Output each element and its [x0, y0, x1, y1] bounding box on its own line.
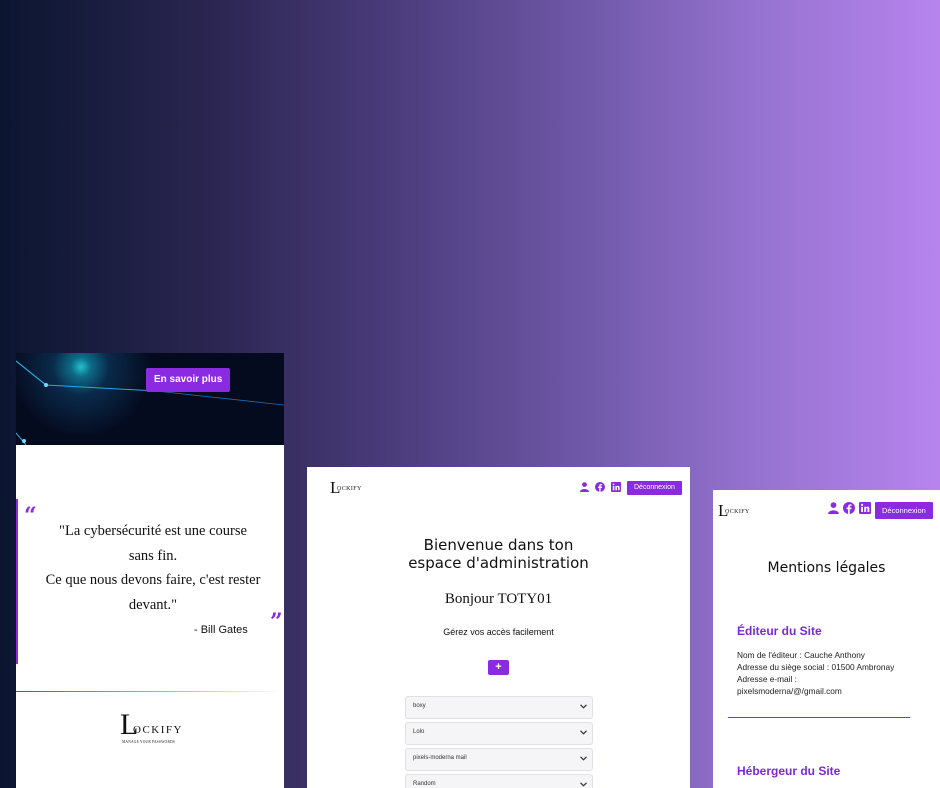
greeting: Bonjour TOTY01 — [444, 591, 553, 607]
quote-page-mockup: En savoir plus “ "La cybersécurité est u… — [16, 353, 284, 788]
divider — [728, 717, 910, 718]
header-logo[interactable]: L OCKIFY — [330, 479, 370, 498]
account-dropdown[interactable]: Lolo — [405, 722, 593, 745]
linkedin-icon[interactable] — [611, 479, 621, 497]
hero-banner: En savoir plus — [16, 353, 284, 445]
chevron-down-icon — [580, 782, 587, 787]
account-dropdown[interactable]: Random — [405, 774, 593, 788]
page-title: Bienvenue dans ton espace d'administrati… — [408, 536, 589, 572]
header-nav: Déconnexion — [828, 501, 933, 519]
divider — [16, 691, 284, 692]
logout-button[interactable]: Déconnexion — [627, 481, 682, 495]
user-icon[interactable] — [580, 479, 589, 497]
network-lines-graphic — [16, 360, 284, 445]
quote-close-icon: ” — [270, 609, 283, 635]
chevron-down-icon — [580, 730, 587, 735]
header-nav: Déconnexion — [580, 479, 682, 497]
section-title-editor: Éditeur du Site — [737, 624, 822, 638]
logout-button[interactable]: Déconnexion — [875, 501, 933, 519]
account-dropdown[interactable]: pixels-moderna mail — [405, 748, 593, 771]
admin-page-mockup: L OCKIFY Déconnexion Bienvenue dans ton … — [307, 467, 690, 788]
header-logo[interactable]: L OCKIFY — [718, 502, 758, 521]
page-title: Mentions légales — [767, 560, 886, 576]
legal-page-mockup: L OCKIFY Déconnexion Mentions légales Éd… — [713, 490, 940, 788]
account-dropdown[interactable]: boxy — [405, 696, 593, 719]
section-body-editor: Nom de l'éditeur : Cauche Anthony Adress… — [737, 650, 895, 696]
linkedin-icon[interactable] — [859, 501, 871, 519]
facebook-icon[interactable] — [595, 479, 605, 497]
user-icon[interactable] — [828, 501, 839, 519]
footer-logo: L OCKIFY MANAGE YOUR PASSWORDS — [120, 708, 183, 745]
chevron-down-icon — [580, 704, 587, 709]
learn-more-button[interactable]: En savoir plus — [146, 368, 231, 392]
subtitle: Gérez vos accès facilement — [443, 627, 554, 637]
add-account-button[interactable]: + — [488, 660, 509, 675]
chevron-down-icon — [580, 756, 587, 761]
quote-block: “ "La cybersécurité est une course sans … — [16, 499, 284, 664]
facebook-icon[interactable] — [843, 501, 855, 519]
quote-author: - Bill Gates — [194, 624, 248, 636]
accounts-list: boxy Lolo pixels-moderna mail Random — [405, 696, 593, 788]
section-title-host: Hébergeur du Site — [737, 764, 841, 778]
quote-text: "La cybersécurité est une course sans fi… — [45, 523, 261, 613]
